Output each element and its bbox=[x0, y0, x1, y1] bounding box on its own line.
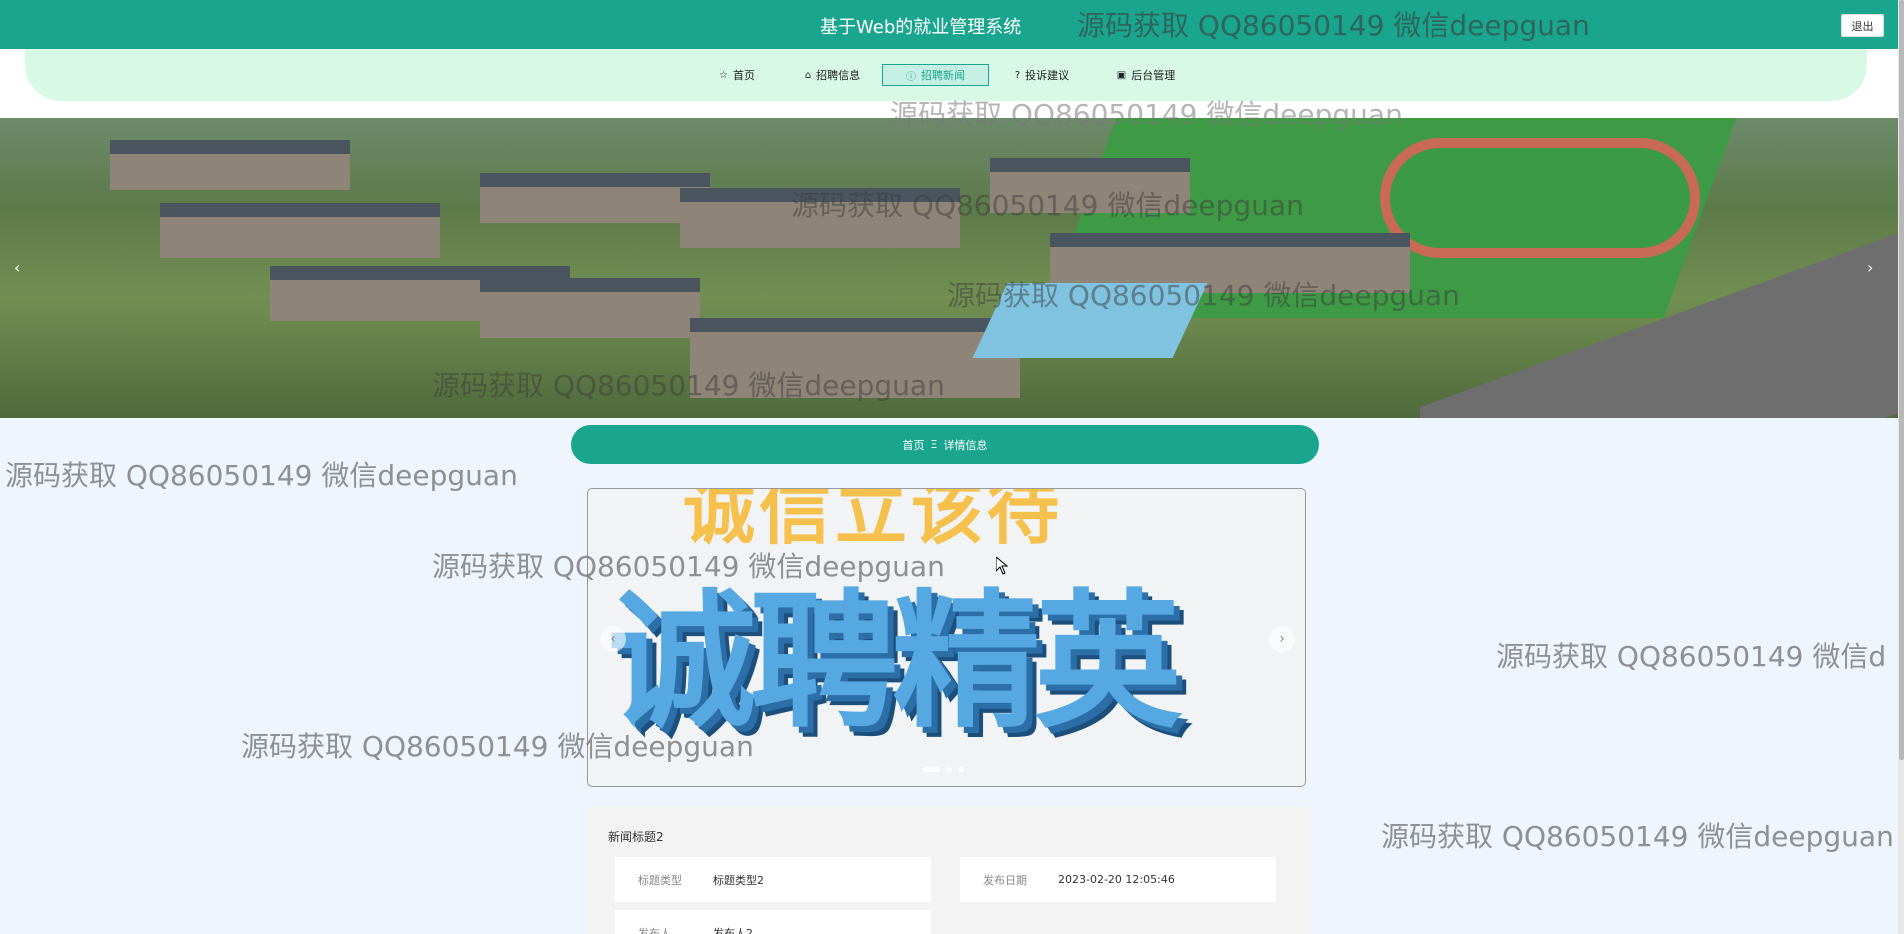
field-value: 2023-02-20 12:05:46 bbox=[1058, 873, 1175, 886]
nav-item-label: 招聘新闻 bbox=[921, 69, 965, 82]
home-icon: ⌂ bbox=[804, 69, 812, 81]
field-value: 标题类型2 bbox=[713, 873, 764, 887]
nav-item-admin[interactable]: ▣ 后台管理 bbox=[1112, 64, 1180, 86]
carousel-prev-button[interactable]: ‹ bbox=[600, 626, 626, 652]
star-icon: ☆ bbox=[719, 69, 728, 81]
carousel-indicator[interactable] bbox=[958, 767, 964, 772]
banner-building bbox=[480, 278, 700, 338]
nav-item-home[interactable]: ☆ 首页 bbox=[712, 64, 762, 86]
briefcase-icon: ▣ bbox=[1116, 69, 1127, 81]
watermark-text: 源码获取 QQ86050149 微信d bbox=[1496, 640, 1887, 673]
nav-item-complaints[interactable]: ? 投诉建议 bbox=[1008, 64, 1076, 86]
breadcrumb-home-link[interactable]: 首页 bbox=[903, 437, 925, 453]
news-title: 新闻标题2 bbox=[608, 830, 664, 844]
nav-item-news[interactable]: ⓘ 招聘新闻 bbox=[882, 64, 989, 86]
info-icon: ⓘ bbox=[906, 71, 916, 83]
banner-building bbox=[990, 158, 1190, 213]
nav-item-label: 后台管理 bbox=[1131, 69, 1176, 82]
field-value: 发布人2 bbox=[713, 926, 753, 934]
banner-building bbox=[680, 188, 960, 248]
news-image-carousel: 诚信立该待 诚聘精英 ‹ › bbox=[587, 488, 1306, 787]
carousel-indicator[interactable] bbox=[922, 767, 940, 772]
banner-building bbox=[110, 140, 350, 190]
logout-button[interactable]: 退出 bbox=[1841, 14, 1884, 37]
nav-item-label: 投诉建议 bbox=[1025, 69, 1070, 82]
breadcrumb: 首页 Ξ 详情信息 bbox=[571, 425, 1319, 464]
carousel-next-button[interactable]: › bbox=[1269, 626, 1295, 652]
system-title: 基于Web的就业管理系统 bbox=[820, 17, 1022, 38]
field-label: 发布人 bbox=[638, 926, 671, 934]
nav-wrapper: ☆ 首页 ⌂ 招聘信息 ⓘ 招聘新闻 ? 投诉建议 ▣ 后台管理 bbox=[0, 49, 1898, 118]
page-scrollbar-thumb[interactable] bbox=[1899, 0, 1904, 760]
banner-pool bbox=[972, 283, 1208, 358]
detail-field-title-type: 标题类型 标题类型2 bbox=[615, 857, 931, 902]
breadcrumb-current: 详情信息 bbox=[943, 438, 988, 452]
banner-prev-arrow[interactable]: ‹ bbox=[14, 258, 20, 277]
watermark-text: 源码获取 QQ86050149 微信deepguan bbox=[1381, 820, 1894, 853]
detail-field-publisher: 发布人 发布人2 bbox=[615, 910, 931, 934]
top-header-bar: 基于Web的就业管理系统 退出 bbox=[0, 0, 1898, 49]
carousel-indicators bbox=[922, 767, 964, 772]
nav-item-jobs[interactable]: ⌂ 招聘信息 bbox=[795, 64, 870, 86]
banner-building bbox=[480, 173, 710, 223]
news-detail-panel: 新闻标题2 标题类型 标题类型2 发布日期 2023-02-20 12:05:4… bbox=[590, 807, 1311, 934]
nav-item-label: 首页 bbox=[732, 69, 755, 82]
banner-building bbox=[690, 318, 1020, 398]
carousel-indicator[interactable] bbox=[946, 767, 952, 772]
mouse-cursor-icon bbox=[996, 557, 1008, 575]
field-label: 标题类型 bbox=[638, 873, 682, 887]
banner-running-track bbox=[1380, 138, 1700, 258]
campus-banner-image: ‹ › bbox=[0, 118, 1898, 418]
detail-field-publish-date: 发布日期 2023-02-20 12:05:46 bbox=[960, 857, 1276, 902]
nav-item-label: 招聘信息 bbox=[816, 69, 861, 82]
carousel-image-main-text: 诚聘精英 bbox=[608, 576, 1182, 748]
watermark-text: 源码获取 QQ86050149 微信deepguan bbox=[5, 459, 518, 492]
banner-next-arrow[interactable]: › bbox=[1867, 258, 1873, 277]
question-icon: ? bbox=[1014, 69, 1021, 81]
field-label: 发布日期 bbox=[983, 873, 1027, 887]
banner-building bbox=[160, 203, 440, 258]
breadcrumb-separator-icon: Ξ bbox=[930, 438, 938, 451]
